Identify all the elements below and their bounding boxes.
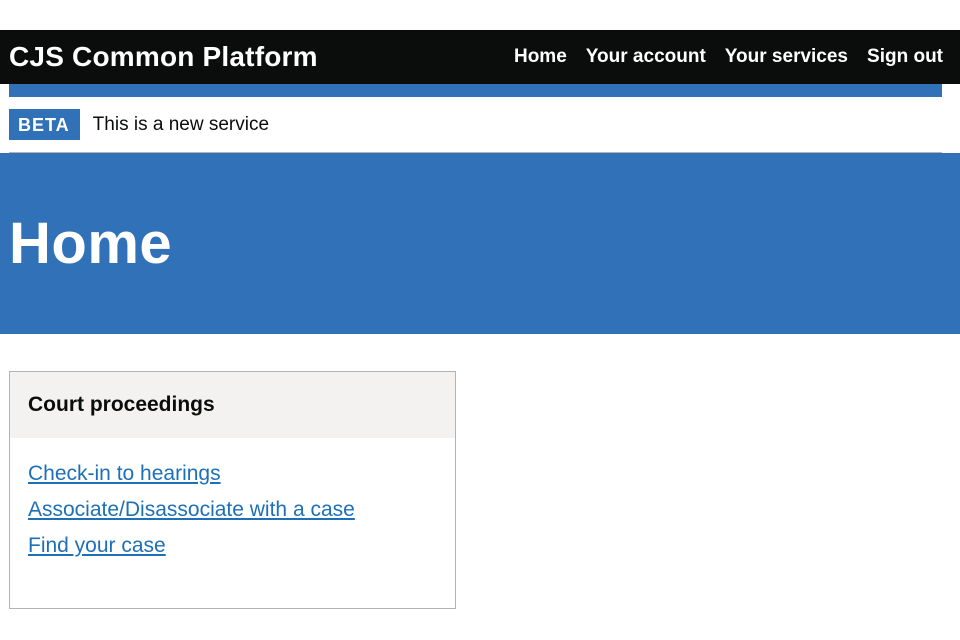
hero-banner: Home bbox=[0, 153, 960, 334]
link-associate-disassociate-case[interactable]: Associate/Disassociate with a case bbox=[28, 492, 437, 528]
phase-banner: BETA This is a new service bbox=[9, 97, 942, 153]
service-name-link[interactable]: CJS Common Platform bbox=[9, 41, 318, 73]
link-check-in-to-hearings[interactable]: Check-in to hearings bbox=[28, 456, 437, 492]
card-body: Check-in to hearings Associate/Disassoci… bbox=[10, 438, 455, 564]
phase-banner-text: This is a new service bbox=[92, 113, 270, 135]
card-title: Court proceedings bbox=[28, 393, 215, 416]
site-header: CJS Common Platform Home Your account Yo… bbox=[0, 30, 960, 84]
nav-link-your-services[interactable]: Your services bbox=[725, 46, 848, 68]
nav-link-your-account[interactable]: Your account bbox=[586, 46, 706, 68]
header-blue-rule bbox=[9, 84, 942, 97]
phase-tag: BETA bbox=[9, 109, 80, 140]
nav-link-sign-out[interactable]: Sign out bbox=[867, 46, 943, 68]
link-find-your-case[interactable]: Find your case bbox=[28, 528, 437, 564]
card-header: Court proceedings bbox=[10, 372, 455, 438]
top-spacer bbox=[0, 0, 960, 30]
page-title: Home bbox=[9, 211, 173, 276]
court-proceedings-card: Court proceedings Check-in to hearings A… bbox=[9, 371, 456, 609]
nav-link-home[interactable]: Home bbox=[514, 46, 567, 68]
header-nav: Home Your account Your services Sign out bbox=[514, 46, 943, 68]
